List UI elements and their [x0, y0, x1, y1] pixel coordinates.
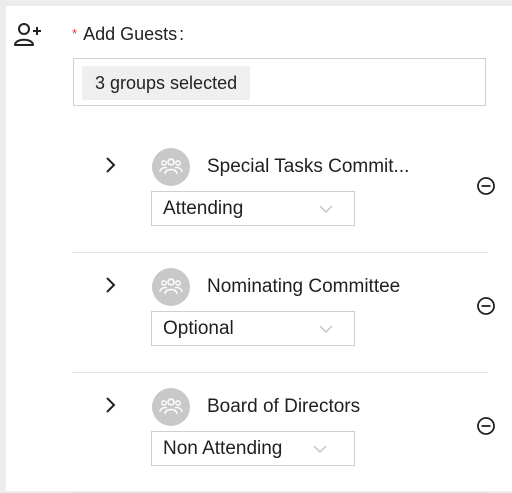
- group-item: Board of Directors Non Attending: [72, 372, 495, 493]
- chevron-right-icon[interactable]: [104, 396, 118, 414]
- group-item: Nominating Committee Optional: [72, 252, 495, 373]
- group-avatar: [152, 148, 190, 186]
- guests-panel: * Add Guests: 3 groups selected Special T…: [6, 6, 512, 493]
- attendance-select[interactable]: Attending: [151, 191, 355, 226]
- attendance-value: Optional: [163, 318, 234, 339]
- group-avatar: [152, 388, 190, 426]
- label-colon: :: [179, 24, 185, 44]
- group-icon: [159, 158, 183, 175]
- chevron-right-icon[interactable]: [104, 276, 118, 294]
- chevron-down-icon: [319, 205, 333, 213]
- add-user-icon[interactable]: [14, 22, 42, 48]
- group-avatar: [152, 268, 190, 306]
- attendance-value: Non Attending: [163, 438, 283, 459]
- selection-summary-tag: 3 groups selected: [82, 66, 251, 100]
- minus-circle-icon[interactable]: [476, 296, 496, 316]
- add-guests-label: * Add Guests:: [72, 23, 184, 47]
- group-item: Special Tasks Commit... Attending: [72, 132, 495, 253]
- guests-select-input[interactable]: 3 groups selected: [73, 58, 486, 106]
- attendance-select[interactable]: Non Attending: [151, 431, 355, 466]
- group-name: Nominating Committee: [207, 276, 401, 297]
- add-guests-text: Add Guests: [83, 24, 178, 44]
- chevron-right-icon[interactable]: [104, 156, 118, 174]
- group-name: Board of Directors: [207, 396, 361, 417]
- chevron-down-icon: [313, 445, 327, 453]
- minus-circle-icon[interactable]: [476, 176, 496, 196]
- attendance-value: Attending: [163, 198, 244, 219]
- group-name: Special Tasks Commit...: [207, 156, 410, 177]
- minus-circle-icon[interactable]: [476, 416, 496, 436]
- group-icon: [159, 398, 183, 415]
- group-icon: [159, 278, 183, 295]
- required-marker: *: [72, 26, 78, 41]
- attendance-select[interactable]: Optional: [151, 311, 355, 346]
- chevron-down-icon: [319, 325, 333, 333]
